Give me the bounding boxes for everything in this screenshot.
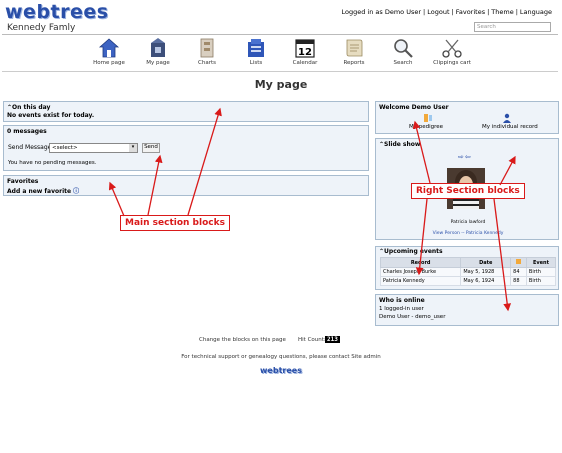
- slideshow-controls[interactable]: ⇨⇦: [458, 153, 472, 161]
- mypage-icon: [151, 38, 165, 57]
- language-link[interactable]: Language: [520, 8, 552, 16]
- person-icon: [503, 113, 511, 123]
- favorites-link[interactable]: Favorites: [456, 8, 485, 16]
- calendar-icon: 12: [295, 39, 315, 58]
- hit-count-label: Hit Count:: [298, 337, 326, 343]
- online-count: 1 logged-in user: [379, 306, 424, 312]
- pending-messages-text: You have no pending messages.: [8, 160, 97, 166]
- change-blocks-link[interactable]: Change the blocks on this page: [199, 337, 286, 343]
- menu-home-label: Home page: [93, 60, 125, 66]
- help-icon[interactable]: ⓘ: [73, 188, 79, 195]
- on-this-day-block: ⌃On this day No events exist for today.: [3, 101, 369, 122]
- home-icon: [98, 38, 120, 58]
- event-cell: Birth: [525, 267, 557, 277]
- messages-title: 0 messages: [7, 128, 47, 135]
- online-user[interactable]: Demo User - demo_user: [376, 313, 558, 321]
- welcome-title: Welcome Demo User: [379, 104, 449, 111]
- menu-mypage[interactable]: My page: [132, 37, 184, 66]
- slideshow-view-link[interactable]: View Person -- Patricia Kennedy: [376, 231, 560, 236]
- age-icon: [516, 259, 522, 264]
- page-title: My page: [254, 78, 308, 91]
- favorites-title: Favorites: [7, 178, 39, 185]
- support-text[interactable]: For technical support or genealogy quest…: [0, 354, 562, 360]
- send-message-label: Send Message: [8, 144, 52, 151]
- menu-home[interactable]: Home page: [83, 37, 135, 66]
- menu-mypage-label: My page: [146, 60, 170, 66]
- send-button[interactable]: Send: [142, 143, 160, 153]
- pedigree-icon: [424, 114, 432, 122]
- favorites-block: Favorites Add a new favorite ⓘ: [3, 175, 369, 196]
- header-divider: [2, 34, 558, 35]
- menu-charts[interactable]: Charts: [181, 37, 233, 66]
- hit-count: 213: [325, 336, 340, 343]
- record-link[interactable]: Charles Joseph Burke: [379, 267, 462, 277]
- who-is-online-block: Who is online 1 logged-in user Demo User…: [375, 294, 559, 326]
- menu-lists[interactable]: Lists: [230, 37, 282, 66]
- main-menu: Home page My page Charts Lists 12 Calend…: [0, 37, 562, 71]
- table-row: Patricia Kennedy May 6, 1924 88 Birth: [379, 276, 557, 286]
- welcome-block: Welcome Demo User My pedigree My individ…: [375, 101, 559, 134]
- menu-reports[interactable]: Reports: [328, 37, 380, 66]
- col-record[interactable]: Record: [379, 257, 462, 268]
- table-row: Charles Joseph Burke May 5, 1928 84 Birt…: [379, 267, 557, 277]
- my-pedigree-link[interactable]: My pedigree: [409, 124, 443, 130]
- top-links: Logged in as Demo User | Logout | Favorites |…: [341, 8, 552, 16]
- menu-charts-label: Charts: [198, 60, 216, 66]
- on-this-day-text: No events exist for today.: [7, 112, 95, 119]
- menu-divider: [2, 71, 558, 72]
- menu-search-label: Search: [393, 60, 413, 66]
- search-input[interactable]: Search: [474, 22, 551, 32]
- date-cell: May 5, 1928: [460, 267, 512, 277]
- record-link[interactable]: Patricia Kennedy: [379, 276, 462, 286]
- upcoming-title[interactable]: ⌃Upcoming events: [376, 247, 558, 256]
- date-cell: May 6, 1924: [460, 276, 512, 286]
- menu-clippings-label: Clippings cart: [433, 60, 471, 66]
- right-section-annotation: Right Section blocks: [411, 183, 525, 199]
- menu-calendar-label: Calendar: [292, 60, 318, 66]
- menu-search[interactable]: Search: [377, 37, 429, 66]
- slideshow-caption: Patricia lawford: [450, 220, 486, 225]
- menu-lists-label: Lists: [249, 60, 263, 66]
- age-cell: 84: [510, 267, 527, 277]
- scissors-icon: [442, 39, 462, 58]
- col-date[interactable]: Date: [460, 257, 512, 268]
- slideshow-title[interactable]: ⌃Slide show: [376, 139, 558, 150]
- charts-icon: [200, 38, 214, 58]
- upcoming-events-block: ⌃Upcoming events Record Date Event Charl…: [375, 246, 559, 290]
- main-section-annotation: Main section blocks: [120, 215, 230, 231]
- logged-in-link[interactable]: Logged in as Demo User: [341, 8, 421, 16]
- upcoming-events-table: Record Date Event Charles Joseph Burke M…: [379, 257, 557, 286]
- menu-calendar[interactable]: 12 Calendar: [279, 37, 331, 66]
- who-online-title: Who is online: [379, 297, 425, 304]
- lists-icon: [248, 39, 264, 57]
- footer-logo[interactable]: webtrees: [0, 366, 562, 375]
- menu-clippings[interactable]: Clippings cart: [426, 37, 478, 66]
- my-individual-record-link[interactable]: My individual record: [482, 124, 538, 130]
- add-favorite-link[interactable]: Add a new favorite ⓘ: [4, 185, 368, 196]
- calendar-day: 12: [298, 47, 312, 58]
- theme-link[interactable]: Theme: [491, 8, 513, 16]
- tree-name[interactable]: Kennedy Famly: [7, 23, 75, 33]
- age-cell: 88: [510, 276, 527, 286]
- col-age[interactable]: [510, 257, 527, 268]
- menu-reports-label: Reports: [343, 60, 365, 66]
- chevron-down-icon: ▾: [129, 144, 137, 152]
- logout-link[interactable]: Logout: [427, 8, 449, 16]
- col-event[interactable]: Event: [525, 257, 557, 268]
- messages-block: 0 messages Send Message <select> ▾ Send Y…: [3, 125, 369, 171]
- webtrees-logo[interactable]: webtrees: [5, 1, 109, 23]
- recipient-select[interactable]: <select> ▾: [49, 143, 138, 153]
- event-cell: Birth: [525, 276, 557, 286]
- search-icon: [394, 39, 413, 58]
- reports-icon: [346, 39, 363, 57]
